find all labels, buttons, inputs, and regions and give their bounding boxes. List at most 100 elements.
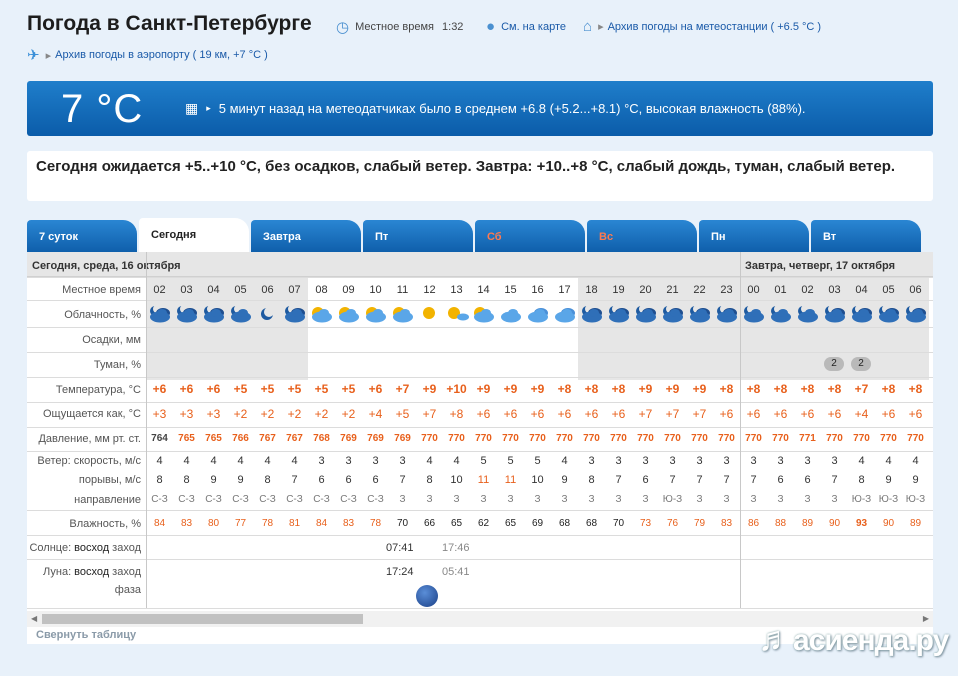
- row-divider: [27, 402, 933, 403]
- local-time-value: 1:32: [442, 21, 464, 33]
- collapse-table-button[interactable]: Свернуть таблицу: [36, 629, 136, 641]
- direction-cell: З: [507, 494, 514, 505]
- wind-cell: 3: [696, 455, 703, 467]
- gust-cell: 8: [183, 474, 190, 486]
- temp-cell: +6: [206, 382, 221, 396]
- tab-5[interactable]: Вс: [587, 220, 697, 252]
- direction-cell: С-З: [313, 494, 330, 505]
- hour-cell: 04: [207, 284, 220, 296]
- row-divider: [27, 608, 933, 609]
- direction-cell: З: [399, 494, 406, 505]
- feels-cell: +6: [908, 407, 923, 421]
- moonrise-time: 17:24: [386, 566, 414, 578]
- cloud-night-clear-icon: [254, 303, 281, 325]
- hour-cell: 19: [612, 284, 625, 296]
- feels-cell: +6: [584, 407, 599, 421]
- feels-cell: +5: [395, 407, 410, 421]
- hour-cell: 05: [234, 284, 247, 296]
- label-clouds: Облачность, %: [64, 309, 141, 321]
- hour-cell: 21: [666, 284, 679, 296]
- wind-cell: 4: [210, 455, 217, 467]
- temp-cell: +5: [341, 382, 356, 396]
- hour-cell: 03: [180, 284, 193, 296]
- map-link-wrap[interactable]: ● См. на карте: [486, 18, 566, 35]
- cloud-overcast-icon: [551, 303, 578, 325]
- pressure-cell: 770: [691, 433, 708, 444]
- wind-cell: 4: [426, 455, 433, 467]
- gust-cell: 6: [804, 474, 811, 486]
- direction-cell: З: [426, 494, 433, 505]
- pressure-cell: 770: [448, 433, 465, 444]
- feels-cell: +6: [773, 407, 788, 421]
- humidity-cell: 89: [909, 518, 922, 529]
- map-link[interactable]: См. на карте: [501, 21, 566, 33]
- wind-cell: 5: [480, 455, 487, 467]
- row-divider: [27, 427, 933, 428]
- label-moon-part: Луна:: [43, 566, 72, 578]
- station-archive-wrap[interactable]: ⌂ ▸ Архив погоды на метеостанции ( +6.5 …: [583, 18, 821, 35]
- tab-7[interactable]: Вт: [811, 220, 921, 252]
- scroll-thumb[interactable]: [42, 614, 363, 624]
- cloud-night-clear-cloud-icon: [740, 303, 767, 325]
- airport-archive-link[interactable]: Архив погоды в аэропорту ( 19 км, +7 °C …: [55, 49, 268, 61]
- row-divider: [27, 377, 933, 378]
- cloud-day-partly-icon: [389, 303, 416, 325]
- label-sun-part: Солнце:: [29, 542, 72, 554]
- temp-cell: +5: [287, 382, 302, 396]
- current-weather-banner: 7 °C ▦ ▸ 5 минут назад на метеодатчиках …: [27, 81, 933, 136]
- airport-archive-wrap[interactable]: ✈ ▸ Архив погоды в аэропорту ( 19 км, +7…: [27, 46, 268, 64]
- current-weather-text-wrap: ▦ ▸ 5 минут назад на метеодатчиках было …: [185, 100, 806, 117]
- cloud-night-clear-cloud-icon: [767, 303, 794, 325]
- cloud-night-cloudy-icon: [902, 303, 929, 325]
- day1-header: Сегодня, среда, 16 октября: [32, 260, 181, 272]
- temp-cell: +8: [800, 382, 815, 396]
- humidity-cell: 77: [234, 518, 247, 529]
- scroll-left-icon[interactable]: ◀: [31, 614, 37, 623]
- feels-cell: +6: [530, 407, 545, 421]
- wind-cell: 4: [453, 455, 460, 467]
- tab-3[interactable]: Пт: [363, 220, 473, 252]
- wind-cell: 3: [399, 455, 406, 467]
- feels-cell: +6: [881, 407, 896, 421]
- wind-cell: 4: [912, 455, 919, 467]
- tab-0[interactable]: 7 суток: [27, 220, 137, 252]
- cloud-night-cloudy-icon: [281, 303, 308, 325]
- gust-cell: 8: [588, 474, 595, 486]
- temp-cell: +9: [692, 382, 707, 396]
- direction-cell: С-З: [340, 494, 357, 505]
- pressure-cell: 770: [718, 433, 735, 444]
- station-archive-link[interactable]: Архив погоды на метеостанции ( +6.5 °C ): [608, 21, 822, 33]
- feels-cell: +6: [476, 407, 491, 421]
- feels-cell: +3: [206, 407, 221, 421]
- temp-cell: +8: [611, 382, 626, 396]
- humidity-cell: 66: [423, 518, 436, 529]
- direction-cell: Ю-З: [878, 494, 899, 505]
- direction-cell: С-З: [178, 494, 195, 505]
- humidity-cell: 84: [315, 518, 328, 529]
- fog-badge: 2: [851, 357, 871, 371]
- label-fog: Туман, %: [93, 359, 141, 371]
- pressure-cell: 768: [313, 433, 330, 444]
- hour-cell: 06: [909, 284, 922, 296]
- cloud-night-cloudy-icon: [146, 303, 173, 325]
- humidity-cell: 68: [558, 518, 571, 529]
- label-phase: фаза: [27, 584, 141, 596]
- feels-cell: +7: [665, 407, 680, 421]
- tab-2[interactable]: Завтра: [251, 220, 361, 252]
- tab-4[interactable]: Сб: [475, 220, 585, 252]
- direction-cell: З: [642, 494, 649, 505]
- temp-cell: +8: [746, 382, 761, 396]
- pressure-cell: 765: [178, 433, 195, 444]
- humidity-cell: 65: [450, 518, 463, 529]
- tab-6[interactable]: Пн: [699, 220, 809, 252]
- forecast-summary: Сегодня ожидается +5..+10 °C, без осадко…: [27, 151, 933, 201]
- cloud-day-partly-icon: [362, 303, 389, 325]
- hour-cell: 18: [585, 284, 598, 296]
- tab-1[interactable]: Сегодня: [139, 218, 249, 252]
- gust-cell: 6: [345, 474, 352, 486]
- current-weather-text: 5 минут назад на метеодатчиках было в ср…: [218, 101, 806, 116]
- hour-cell: 06: [261, 284, 274, 296]
- humidity-cell: 73: [639, 518, 652, 529]
- temp-cell: +6: [179, 382, 194, 396]
- feels-cell: +6: [503, 407, 518, 421]
